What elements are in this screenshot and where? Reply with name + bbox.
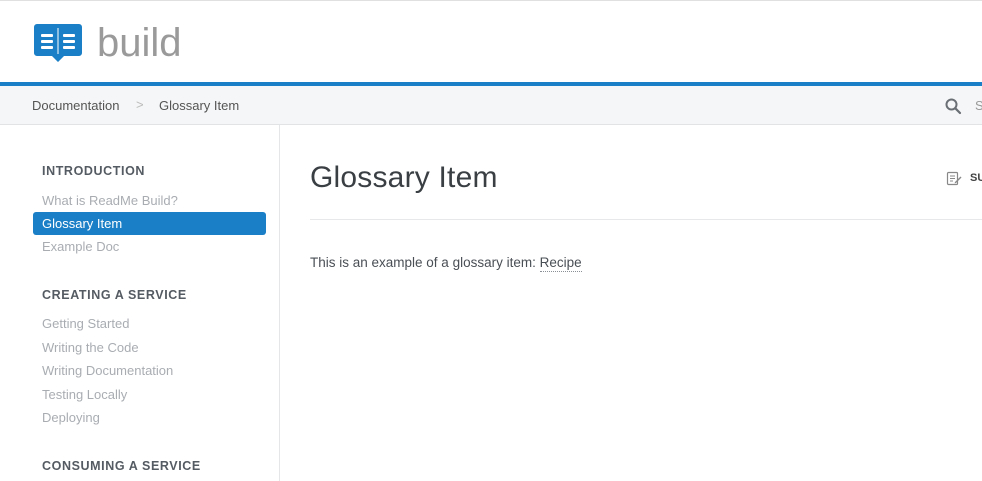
- page-title: Glossary Item: [310, 161, 498, 194]
- sidebar-item-writing-the-code[interactable]: Writing the Code: [33, 336, 266, 359]
- sidebar-item-example-doc[interactable]: Example Doc: [33, 235, 266, 258]
- edit-icon: [946, 171, 962, 186]
- breadcrumb: Documentation > Glossary Item S: [0, 86, 982, 125]
- search-icon[interactable]: [944, 97, 962, 115]
- search-input[interactable]: S: [975, 98, 982, 113]
- sidebar-item-what-is-readme-build[interactable]: What is ReadMe Build?: [33, 189, 266, 212]
- book-icon: [34, 24, 82, 62]
- sidebar-item-getting-started[interactable]: Getting Started: [33, 312, 266, 335]
- sidebar-item-deploying[interactable]: Deploying: [33, 406, 266, 429]
- breadcrumb-separator: >: [136, 97, 144, 112]
- body-text: This is an example of a glossary item:: [310, 255, 540, 270]
- glossary-term-link[interactable]: Recipe: [539, 255, 582, 272]
- main-content: Glossary Item SU This is an example of a…: [281, 125, 982, 481]
- sidebar-section-introduction: INTRODUCTION: [42, 164, 146, 178]
- suggest-edits-button[interactable]: SU: [946, 170, 982, 186]
- sidebar-item-testing-locally[interactable]: Testing Locally: [33, 383, 266, 406]
- breadcrumb-current: Glossary Item: [159, 98, 240, 113]
- sidebar-section-creating-a-service: CREATING A SERVICE: [42, 288, 187, 302]
- sidebar-item-writing-documentation[interactable]: Writing Documentation: [33, 359, 266, 382]
- suggest-edits-label: SU: [970, 172, 982, 184]
- logo-text: build: [97, 21, 182, 65]
- sidebar-section-consuming-a-service: CONSUMING A SERVICE: [42, 459, 201, 473]
- title-divider: [310, 219, 982, 220]
- body-paragraph: This is an example of a glossary item: R…: [310, 255, 582, 272]
- breadcrumb-documentation[interactable]: Documentation: [32, 98, 119, 113]
- logo[interactable]: build: [33, 22, 182, 64]
- sidebar: INTRODUCTION What is ReadMe Build? Gloss…: [0, 125, 280, 481]
- site-header: build: [0, 0, 982, 82]
- sidebar-item-glossary-item[interactable]: Glossary Item: [33, 212, 266, 235]
